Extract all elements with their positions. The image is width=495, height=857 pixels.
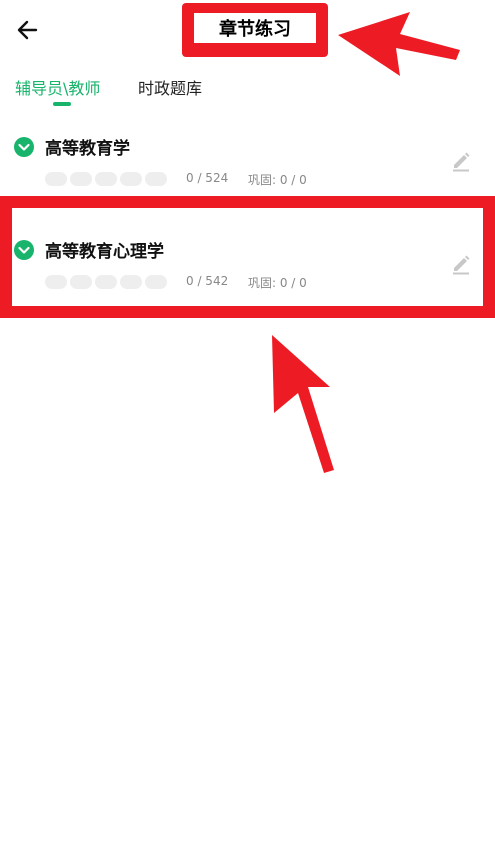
annotation-arrow-icon — [262, 335, 337, 479]
title-annotation-box: 章节练习 — [182, 3, 328, 57]
check-circle-icon[interactable] — [14, 240, 34, 260]
progress-segment — [95, 275, 117, 289]
annotation-arrow-icon — [338, 10, 463, 84]
review-count: 巩固: 0 / 0 — [248, 276, 307, 290]
progress-segment — [45, 275, 67, 289]
question-count: 0 / 524 — [186, 171, 229, 185]
progress-segment — [120, 275, 142, 289]
chapter-name: 高等教育学 — [45, 139, 130, 159]
progress-segment — [70, 275, 92, 289]
chapter-item[interactable]: 高等教育学 0 / 524 巩固: 0 / 0 — [0, 125, 495, 215]
chapter-name: 高等教育心理学 — [45, 242, 164, 262]
progress-segment — [95, 172, 117, 186]
back-arrow-icon[interactable] — [14, 16, 42, 44]
progress-segment — [70, 172, 92, 186]
pencil-icon[interactable] — [450, 150, 472, 172]
pencil-icon[interactable] — [450, 253, 472, 275]
tab-counselor-teacher[interactable]: 辅导员\教师 — [15, 75, 100, 99]
progress-segment — [45, 172, 67, 186]
tab-current-affairs[interactable]: 时政题库 — [138, 75, 202, 99]
progress-segment — [145, 275, 167, 289]
check-circle-icon[interactable] — [14, 137, 34, 157]
progress-segment — [120, 172, 142, 186]
progress-segment — [145, 172, 167, 186]
active-tab-indicator — [53, 102, 71, 106]
progress-bar — [45, 172, 170, 186]
progress-bar — [45, 275, 170, 289]
chapter-item[interactable]: 高等教育心理学 0 / 542 巩固: 0 / 0 — [0, 228, 495, 318]
page-title: 章节练习 — [194, 13, 316, 43]
review-count: 巩固: 0 / 0 — [248, 173, 307, 187]
question-count: 0 / 542 — [186, 274, 229, 288]
